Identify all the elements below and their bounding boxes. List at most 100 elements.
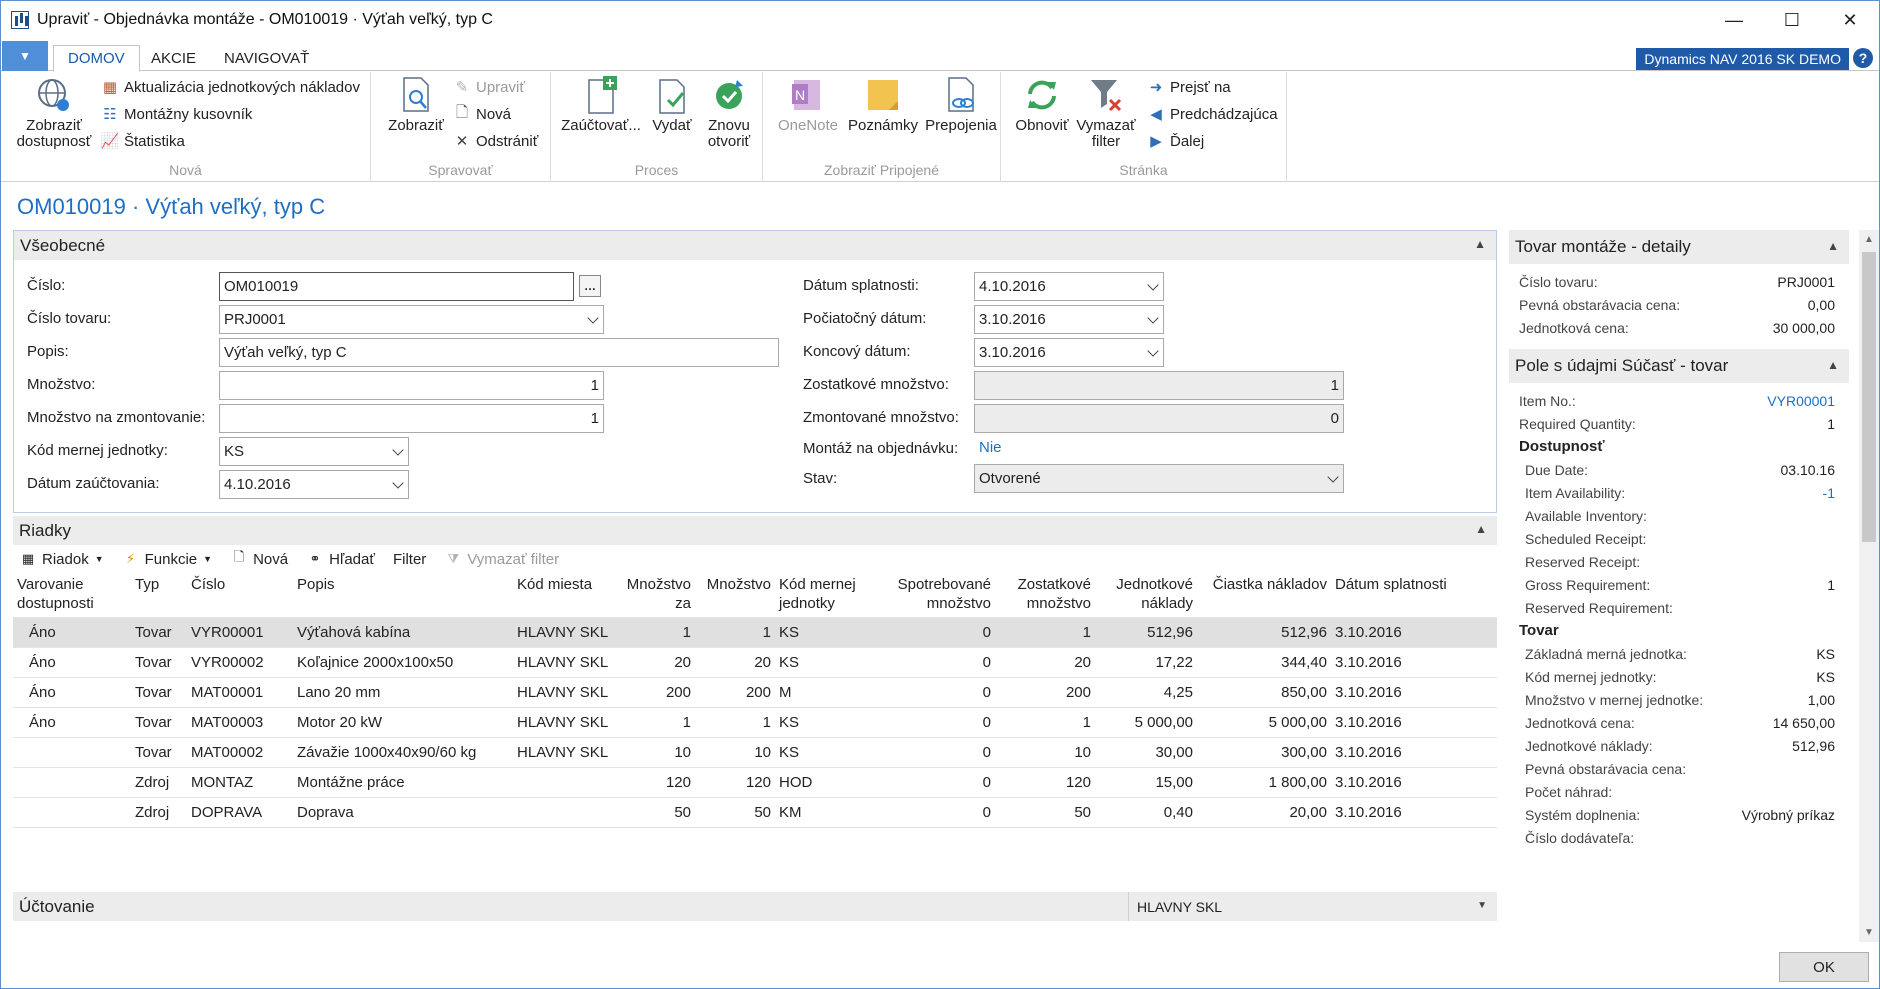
cell-datum-splat[interactable]: 3.10.2016 xyxy=(1331,646,1497,677)
cell-jedn-naklady[interactable]: 17,22 xyxy=(1095,646,1197,677)
cell-spotrebovane[interactable]: 0 xyxy=(879,676,995,707)
cell-kod-miesta[interactable] xyxy=(513,796,617,827)
scrollbar-thumb[interactable] xyxy=(1862,252,1876,542)
general-header[interactable]: Všeobecné ▲ xyxy=(14,231,1496,260)
onenote-button[interactable]: N OneNote xyxy=(773,76,843,134)
cell-jedn-naklady[interactable]: 30,00 xyxy=(1095,736,1197,767)
cell-popis[interactable]: Montážne práce xyxy=(293,766,513,797)
cell-spotrebovane[interactable]: 0 xyxy=(879,646,995,677)
line-menu-button[interactable]: ▦ Riadok ▼ xyxy=(19,550,104,568)
cell-cislo[interactable]: VYR00001 xyxy=(187,616,293,647)
cell-kod-miesta[interactable]: HLAVNY SKL xyxy=(513,646,617,677)
cell-datum-splat[interactable]: 3.10.2016 xyxy=(1331,796,1497,827)
datum-splat-select[interactable]: 4.10.2016 xyxy=(974,272,1164,301)
cell-popis[interactable]: Motor 20 kW xyxy=(293,706,513,737)
new-button[interactable]: 🗋 Nová xyxy=(453,102,511,126)
application-menu-button[interactable]: ▼ xyxy=(2,41,48,71)
poc-datum-select[interactable]: 3.10.2016 xyxy=(974,305,1164,334)
show-availability-button[interactable]: Zobraziť dostupnosť xyxy=(11,76,97,150)
cell-popis[interactable]: Koľajnice 2000x100x50 xyxy=(293,646,513,677)
collapse-icon[interactable]: ▲ xyxy=(1827,239,1839,253)
cell-varovanie[interactable]: Áno xyxy=(13,676,131,707)
cell-ciastka[interactable]: 300,00 xyxy=(1197,736,1331,767)
cell-typ[interactable]: Tovar xyxy=(131,646,187,677)
cell-varovanie[interactable]: Áno xyxy=(13,706,131,737)
cell-varovanie[interactable] xyxy=(13,766,131,797)
cell-varovanie[interactable] xyxy=(13,736,131,767)
table-row-empty[interactable] xyxy=(13,826,1497,857)
cell-kod-miesta[interactable]: HLAVNY SKL xyxy=(513,676,617,707)
cell-cislo[interactable]: VYR00002 xyxy=(187,646,293,677)
ok-button[interactable]: OK xyxy=(1779,952,1869,982)
cislo-tovaru-select[interactable]: PRJ0001 xyxy=(219,305,604,334)
cell-typ[interactable]: Zdroj xyxy=(131,796,187,827)
kod-mj-select[interactable]: KS xyxy=(219,437,409,466)
statistics-button[interactable]: 📈 Štatistika xyxy=(101,129,185,153)
cell-kod-mj[interactable]: KM xyxy=(775,796,879,827)
col-header-mnozstvo[interactable]: Množstvo xyxy=(695,573,775,617)
cell-mnozstvo-za[interactable]: 50 xyxy=(617,796,695,827)
collapse-icon[interactable]: ▲ xyxy=(1475,522,1487,536)
help-icon[interactable]: ? xyxy=(1853,48,1873,68)
minimize-button[interactable]: — xyxy=(1705,1,1763,39)
notes-button[interactable]: Poznámky xyxy=(845,76,921,134)
cell-kod-miesta[interactable]: HLAVNY SKL xyxy=(513,616,617,647)
cell-kod-mj[interactable]: KS xyxy=(775,646,879,677)
cell-jedn-naklady[interactable]: 5 000,00 xyxy=(1095,706,1197,737)
lines-clear-filter-button[interactable]: ⧩ Vymazať filter xyxy=(444,550,560,568)
cell-zostatkove[interactable]: 50 xyxy=(995,796,1095,827)
col-header-spotrebovane[interactable]: Spotrebované množstvo xyxy=(879,573,995,617)
cell-spotrebovane[interactable]: 0 xyxy=(879,736,995,767)
table-row[interactable]: Tovar MAT00002 Závažie 1000x40x90/60 kg HLA… xyxy=(13,736,1497,767)
refresh-button[interactable]: Obnoviť xyxy=(1011,76,1073,134)
cell-mnozstvo-za[interactable]: 1 xyxy=(617,616,695,647)
cell-cislo[interactable]: MAT00002 xyxy=(187,736,293,767)
scroll-up-icon[interactable]: ▲ xyxy=(1864,234,1874,245)
next-button[interactable]: ▶ Ďalej xyxy=(1147,129,1204,153)
cell-mnozstvo-za[interactable]: 10 xyxy=(617,736,695,767)
table-row[interactable]: Áno Tovar MAT00001 Lano 20 mm HLAVNY SKL 200 2… xyxy=(13,676,1497,707)
cell-zostatkove[interactable]: 200 xyxy=(995,676,1095,707)
cell-ciastka[interactable]: 512,96 xyxy=(1197,616,1331,647)
cell-mnozstvo[interactable]: 1 xyxy=(695,706,775,737)
mnozstvo-input[interactable]: 1 xyxy=(219,371,604,400)
assembly-bom-button[interactable]: ☷ Montážny kusovník xyxy=(101,102,252,126)
cell-typ[interactable]: Tovar xyxy=(131,616,187,647)
scroll-down-icon[interactable]: ▼ xyxy=(1864,927,1874,938)
cell-mnozstvo[interactable]: 10 xyxy=(695,736,775,767)
cell-mnozstvo[interactable]: 120 xyxy=(695,766,775,797)
cell-cislo[interactable]: DOPRAVA xyxy=(187,796,293,827)
col-header-popis[interactable]: Popis xyxy=(293,573,513,617)
col-header-ciastka[interactable]: Čiastka nákladov xyxy=(1197,573,1331,617)
release-button[interactable]: Vydať xyxy=(647,76,697,134)
cell-kod-mj[interactable]: KS xyxy=(775,706,879,737)
cell-ciastka[interactable]: 1 800,00 xyxy=(1197,766,1331,797)
table-row[interactable]: Áno Tovar VYR00002 Koľajnice 2000x100x50 HLA… xyxy=(13,646,1497,677)
previous-button[interactable]: ◀ Predchádzajúca xyxy=(1147,102,1277,126)
cell-ciastka[interactable]: 20,00 xyxy=(1197,796,1331,827)
cell-cislo[interactable]: MAT00003 xyxy=(187,706,293,737)
reopen-button[interactable]: Znovu otvoriť xyxy=(699,76,759,150)
cell-varovanie[interactable]: Áno xyxy=(13,616,131,647)
delete-button[interactable]: ✕ Odstrániť xyxy=(453,129,539,153)
posting-header[interactable]: Účtovanie HLAVNY SKL ▼ xyxy=(13,892,1497,921)
update-unit-cost-button[interactable]: ▦ Aktualizácia jednotkových nákladov xyxy=(101,75,360,99)
col-header-kod-mj[interactable]: Kód mernej jednotky xyxy=(775,573,879,617)
cell-kod-miesta[interactable]: HLAVNY SKL xyxy=(513,706,617,737)
col-header-datum-splat[interactable]: Dátum splatnosti xyxy=(1331,573,1497,617)
cell-mnozstvo-za[interactable]: 200 xyxy=(617,676,695,707)
col-header-typ[interactable]: Typ xyxy=(131,573,187,617)
cell-mnozstvo[interactable]: 1 xyxy=(695,616,775,647)
cell-kod-mj[interactable]: M xyxy=(775,676,879,707)
post-button[interactable]: Zaúčtovať... xyxy=(561,76,641,134)
cell-cislo[interactable]: MONTAZ xyxy=(187,766,293,797)
cell-kod-mj[interactable]: HOD xyxy=(775,766,879,797)
fb-item-no-link[interactable]: VYR00001 xyxy=(1767,393,1835,409)
cell-datum-splat[interactable]: 3.10.2016 xyxy=(1331,616,1497,647)
cell-typ[interactable]: Tovar xyxy=(131,706,187,737)
cell-zostatkove[interactable]: 10 xyxy=(995,736,1095,767)
clear-filter-button[interactable]: Vymazať filter xyxy=(1075,76,1137,150)
cell-spotrebovane[interactable]: 0 xyxy=(879,616,995,647)
collapse-icon[interactable]: ▲ xyxy=(1827,358,1839,372)
cell-datum-splat[interactable]: 3.10.2016 xyxy=(1331,706,1497,737)
